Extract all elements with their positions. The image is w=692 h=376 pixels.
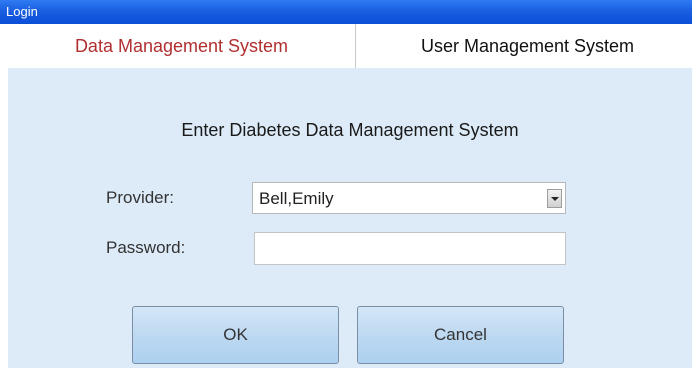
tab-user-management-label: User Management System [420, 35, 635, 56]
cancel-button-label: Cancel [434, 325, 487, 344]
cancel-button[interactable]: Cancel [357, 306, 564, 364]
password-field[interactable] [254, 232, 566, 265]
tab-user-management[interactable]: User Management System [355, 24, 692, 68]
provider-select-value: Bell,Emily [259, 189, 334, 208]
window-title: Login [6, 4, 38, 19]
tab-data-management-label: Data Management System [74, 35, 289, 56]
chevron-down-icon[interactable] [547, 189, 562, 208]
provider-select[interactable]: Bell,Emily [252, 182, 566, 214]
login-window: Login Data Management System User Manage… [0, 0, 692, 376]
form-heading: Enter Diabetes Data Management System [181, 120, 519, 140]
window-body: Data Management System User Management S… [8, 24, 692, 370]
ok-button-label: OK [223, 325, 248, 344]
login-panel: Enter Diabetes Data Management System Pr… [8, 68, 692, 368]
provider-label: Provider: [106, 188, 175, 207]
tab-data-management[interactable]: Data Management System [8, 24, 355, 68]
password-label: Password: [106, 238, 186, 257]
ok-button[interactable]: OK [132, 306, 339, 364]
title-bar: Login [0, 0, 692, 24]
